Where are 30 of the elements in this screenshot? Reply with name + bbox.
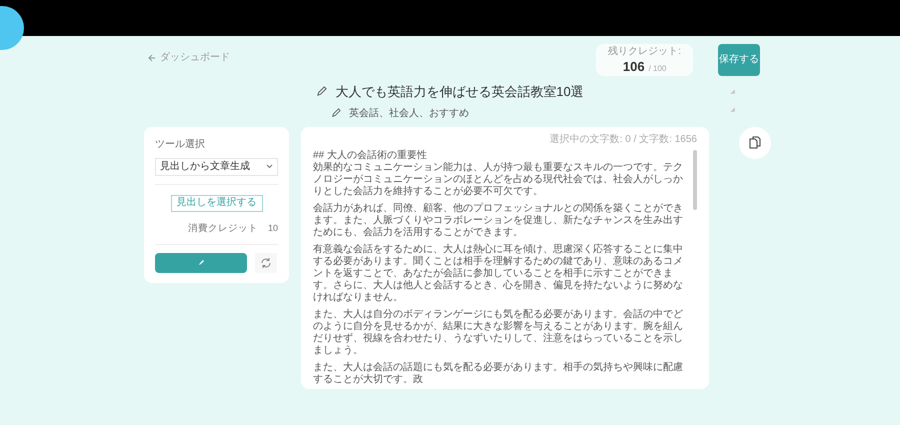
credits-max: / 100: [648, 65, 666, 73]
arrow-left-icon: [148, 54, 156, 62]
paragraph: また、大人は自分のボディランゲージにも気を配る必要があります。会話の中でどのように自分を見せるかが、結果に大きな影響を与えることがあります。腕を組んだりせず、視線を合わせたり、うなずいたりして、注意をはらっていることを示しましょう。: [313, 308, 684, 356]
chevron-down-icon: [266, 164, 273, 169]
pencil-icon[interactable]: [316, 86, 328, 98]
resize-grip-icon: [731, 108, 735, 112]
generate-button[interactable]: [155, 252, 247, 273]
pencil-icon[interactable]: [331, 108, 341, 118]
tool-select[interactable]: 見出しから文章生成: [155, 158, 278, 176]
panel-heading: ツール選択: [155, 138, 206, 152]
refresh-icon: [260, 256, 272, 269]
paragraph: また、大人は会話の話題にも気を配る必要があります。相手の気持ちや興味に配慮することが大切です。政: [313, 362, 684, 386]
article-title[interactable]: 大人でも英語力を伸ばせる英会話教室10選: [335, 82, 584, 102]
credits-label: 残りクレジット:: [608, 47, 681, 57]
copy-button[interactable]: [739, 126, 771, 158]
cost-label: 消費クレジット: [188, 222, 258, 236]
keywords-text[interactable]: 英会話、社会人、おすすめ: [349, 106, 469, 120]
section-heading: ## 大人の会話術の重要性: [313, 150, 428, 162]
character-counter: 選択中の文字数: 0 / 文字数: 1656: [550, 134, 697, 144]
cost-value: 10: [268, 222, 278, 234]
resize-grip-icon: [731, 90, 735, 94]
paragraph: 効果的なコミュニケーション能力は、人が持つ最も重要なスキルの一つです。テクノロジーがコミュニケーションのほとんどを占める現代社会では、社会人がしっかりとした会話力を維持することが必要不可欠です。: [313, 162, 684, 198]
paragraph: 有意義な会話をするために、大人は熱心に耳を傾け、思慮深く応答することに集中する必要があります。聞くことは相手を理解するための鍵であり、意味のあるコメントを返すことで、あなたが会話に参加していることを相手に示すことができます。さらに、大人は他人と会話するとき、心を開き、偏見を持たないように努めなければなりません。: [313, 244, 684, 304]
scrollbar[interactable]: [693, 150, 697, 210]
copy-icon: [748, 136, 762, 149]
paragraph: 会話力があれば、同僚、顧客、他のプロフェッショナルとの関係を築くことができます。また、人脈づくりやコラボレーションを促進し、新たなチャンスを生み出すためにも、会話力を活用することができます。: [313, 202, 684, 238]
credits-value: 106: [622, 60, 645, 73]
refresh-button[interactable]: [255, 252, 277, 273]
text-editor[interactable]: [313, 150, 697, 386]
pencil-icon: [198, 260, 204, 266]
